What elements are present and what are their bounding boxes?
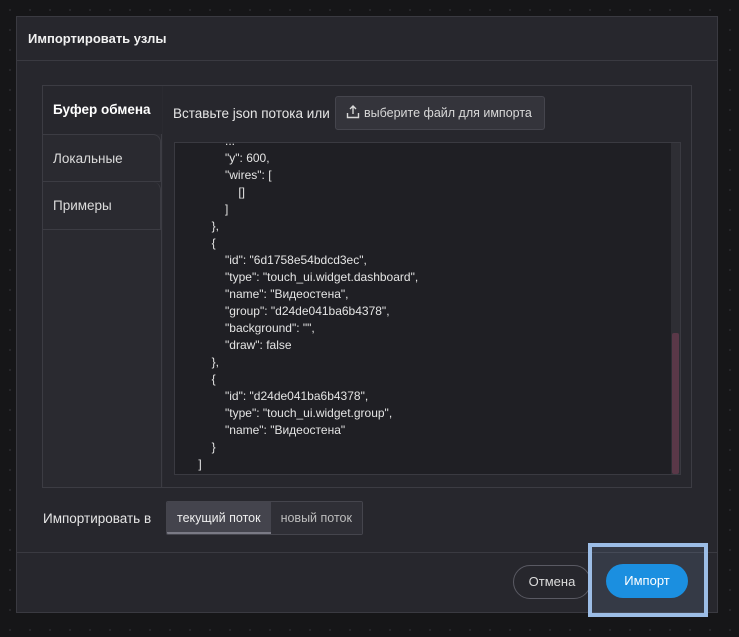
tab-examples[interactable]: Примеры	[43, 182, 161, 230]
import-target-selector: текущий поток новый поток	[166, 501, 363, 535]
json-textarea[interactable]: ... "y": 600, "wires": [ [] ] }, { "id":…	[174, 142, 681, 475]
select-file-label: выберите файл для импорта	[364, 106, 532, 120]
import-button[interactable]: Импорт	[606, 564, 688, 598]
dialog-title: Импортировать узлы	[17, 17, 717, 61]
json-text: ... "y": 600, "wires": [ [] ] }, { "id":…	[198, 143, 419, 471]
select-file-button[interactable]: выберите файл для импорта	[335, 96, 545, 130]
cancel-button[interactable]: Отмена	[513, 565, 591, 599]
tab-local[interactable]: Локальные	[43, 134, 161, 182]
paste-label: Вставьте json потока или	[173, 106, 330, 121]
import-nodes-dialog: Импортировать узлы Буфер обмена Локальны…	[16, 16, 718, 613]
json-scrollbar[interactable]	[671, 143, 680, 474]
tab-clipboard[interactable]: Буфер обмена	[43, 86, 162, 134]
new-flow-option[interactable]: новый поток	[270, 502, 362, 534]
json-scroll-thumb[interactable]	[672, 333, 679, 474]
clipboard-content: Вставьте json потока или выберите файл д…	[163, 86, 691, 487]
upload-icon	[346, 104, 364, 122]
current-flow-option[interactable]: текущий поток	[167, 502, 271, 534]
import-to-label: Импортировать в	[43, 511, 152, 526]
import-panel: Буфер обмена Локальные Примеры Вставьте …	[42, 85, 692, 488]
import-source-tabs: Буфер обмена Локальные Примеры	[43, 86, 162, 487]
